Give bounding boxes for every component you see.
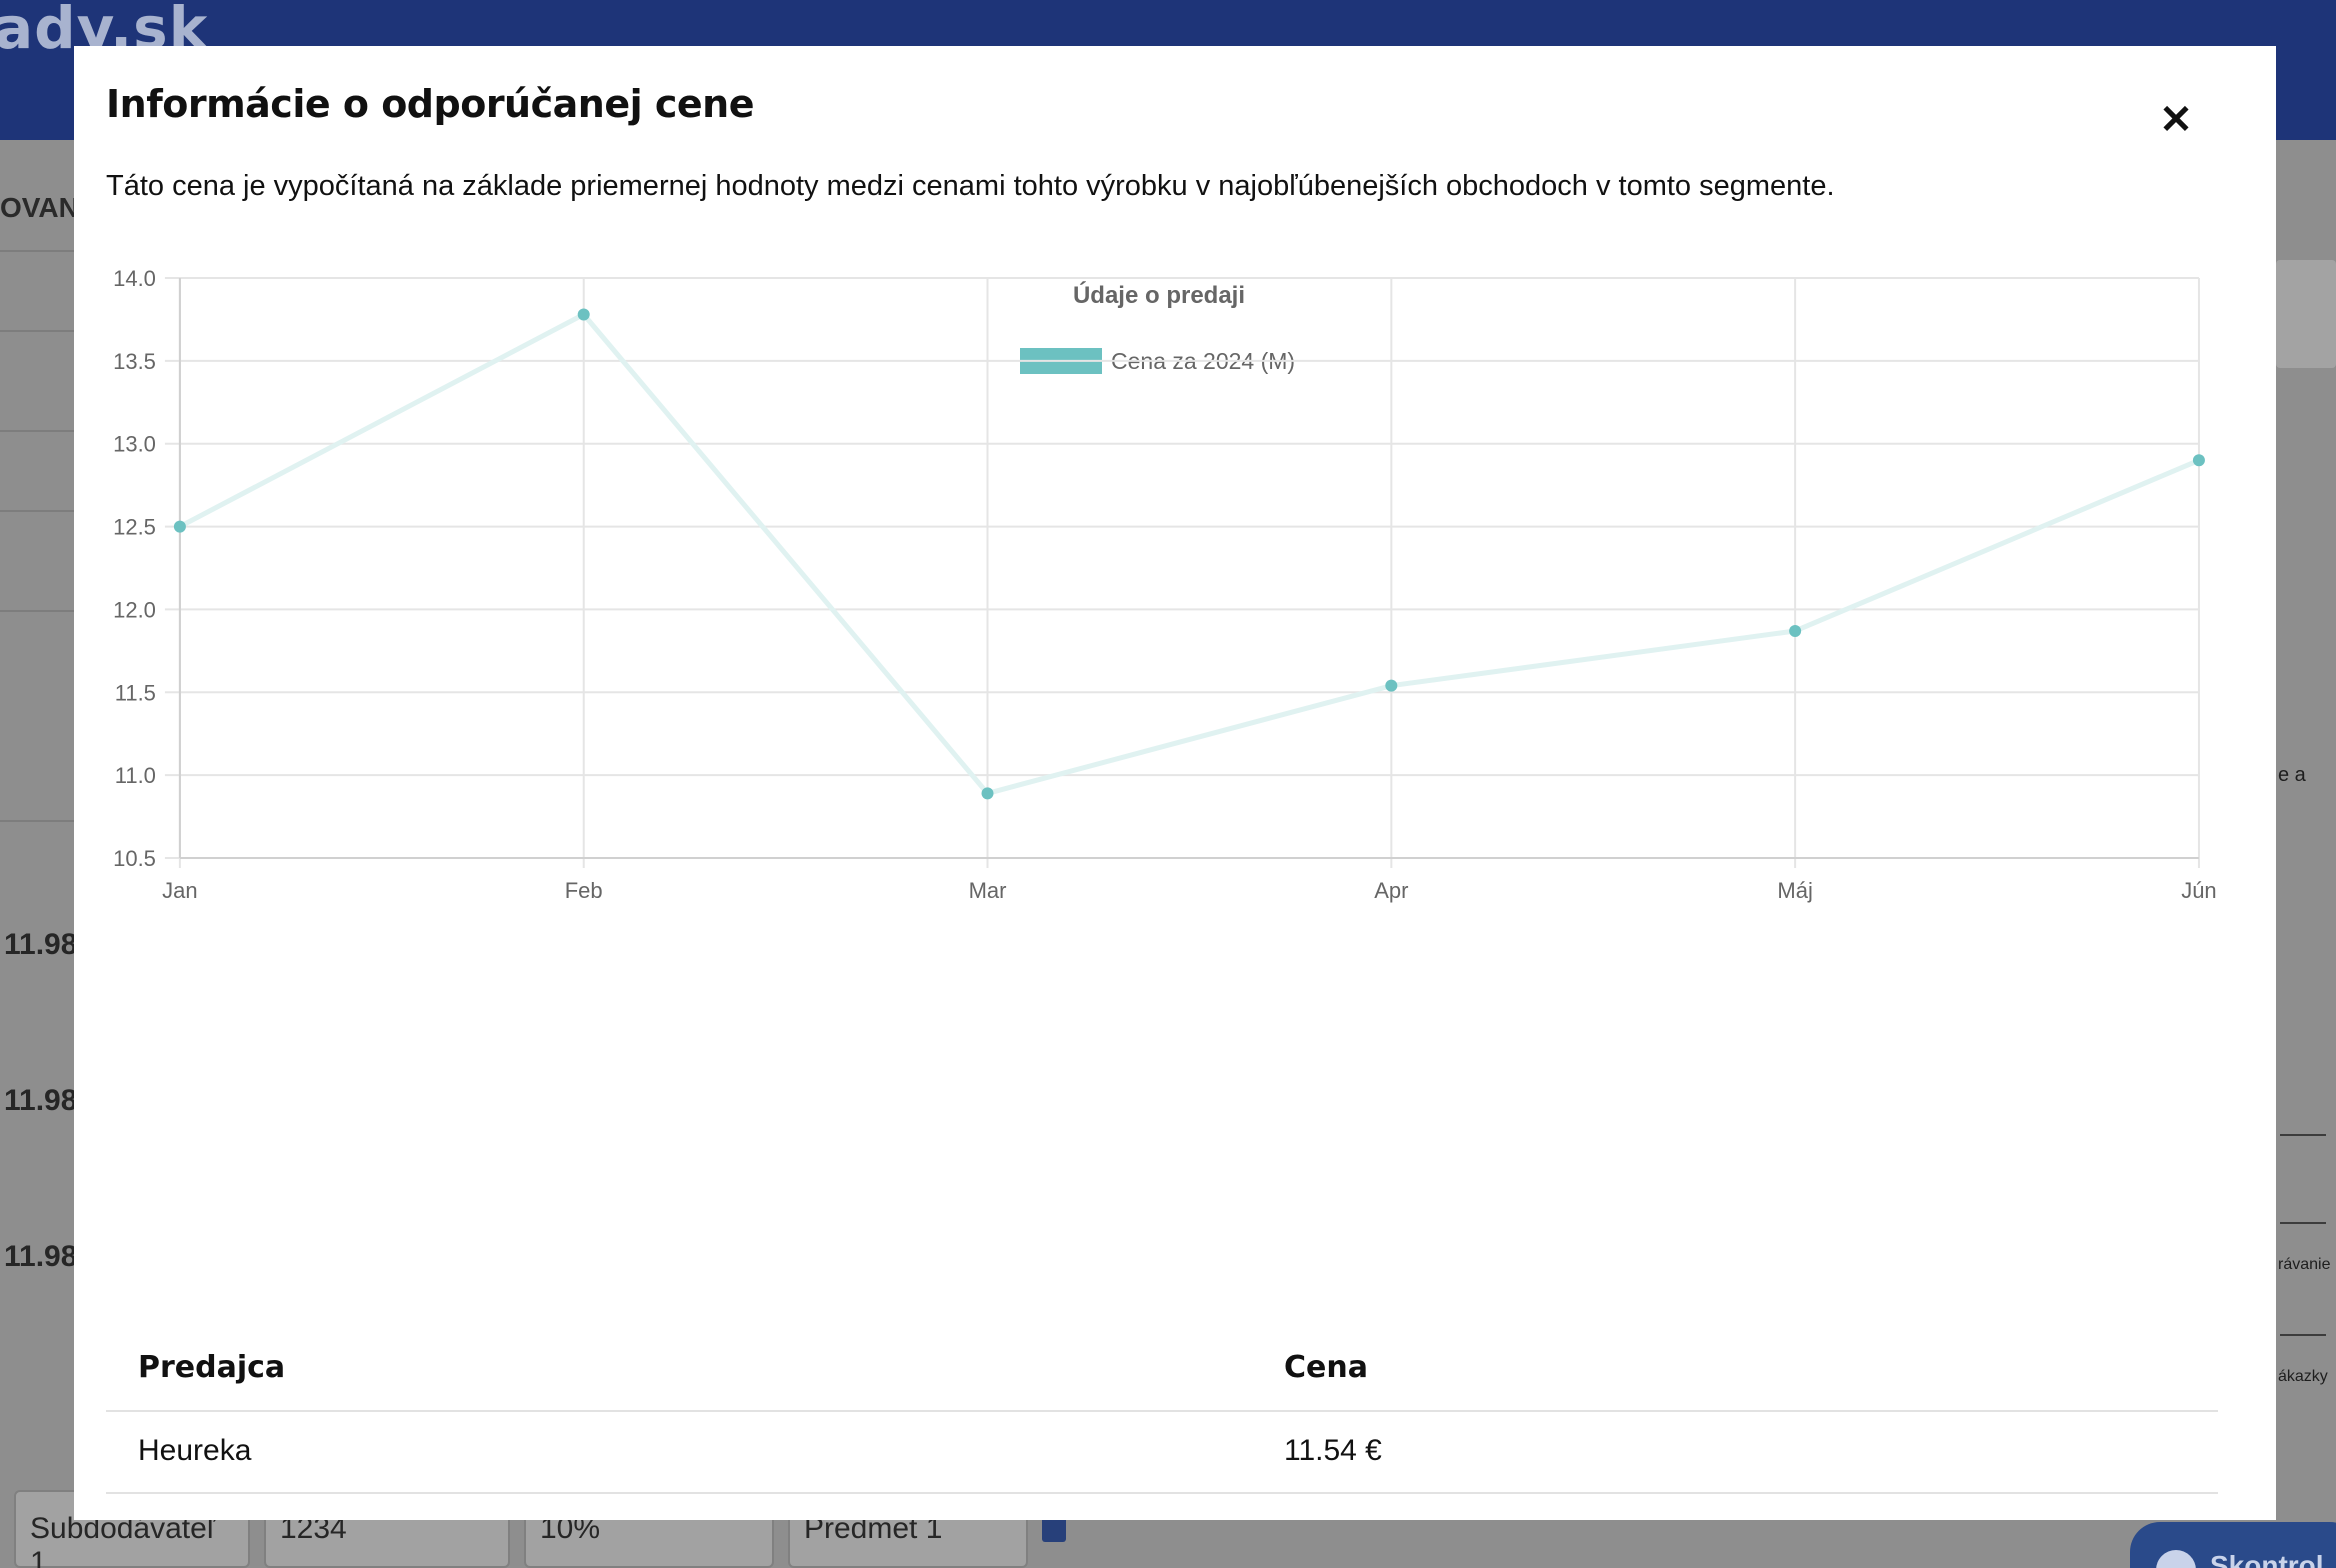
y-tick-label: 10.5 [113,846,156,871]
background-divider [0,330,80,332]
background-side-text: rávanie [2278,1256,2331,1273]
background-divider [2280,1222,2326,1224]
data-point [981,787,994,800]
series-line [178,311,2200,797]
modal-description: Táto cena je vypočítaná na základe priem… [106,170,1835,202]
data-point [173,520,186,533]
chart-series [173,308,2205,800]
y-tick-label: 11.0 [115,763,156,788]
y-tick-label: 11.5 [115,680,156,705]
x-tick-label: Jan [162,878,197,903]
background-price: 11.98 [4,1240,78,1273]
background-side-panel [2276,260,2336,368]
background-divider [0,250,80,252]
table-header-row: Predajca Cena [106,1330,2218,1412]
background-price: 11.98 [4,1084,78,1117]
x-tick-label: Mar [969,878,1007,903]
table-row: Heureka 11.54 € [106,1412,2218,1494]
close-icon[interactable]: ✕ [2156,100,2196,140]
x-axis: Jan Feb Mar Apr Máj Jún [162,878,2217,903]
background-side-text: e a [2278,764,2306,786]
data-point [577,308,590,321]
x-tick-label: Apr [1374,878,1408,903]
y-tick-label: 14.0 [113,266,156,291]
background-divider [0,430,80,432]
data-point [1789,624,1802,637]
column-header-seller: Predajca [138,1350,286,1385]
background-divider [0,820,80,822]
chart-title: Údaje o predaji [1073,281,1245,309]
y-tick-label: 13.0 [113,432,156,457]
chat-widget-label: Skontrol [2210,1550,2324,1568]
modal-title: Informácie o odporúčanej cene [106,82,754,126]
background-divider [2280,1134,2326,1136]
background-divider [0,510,80,512]
sales-chart: Údaje o predaji Cena za 2024 (M) 14.013.… [113,266,2217,903]
data-point [2192,454,2205,467]
background-divider [0,610,80,612]
chat-widget-button[interactable]: Skontrol [2130,1522,2336,1568]
background-divider [2280,1334,2326,1336]
column-header-price: Cena [1284,1350,1368,1385]
x-tick-label: Feb [565,878,603,903]
price-info-modal: Informácie o odporúčanej cene ✕ Táto cen… [74,46,2276,1520]
table-cell-price: 11.54 € [1284,1434,1382,1467]
chat-icon [2156,1550,2196,1568]
y-tick-label: 12.5 [113,515,156,540]
background-price: 11.98 [4,928,78,961]
x-tick-label: Máj [1777,878,1812,903]
table-cell-seller: Heureka [138,1434,252,1467]
y-tick-label: 12.0 [113,597,156,622]
x-tick-label: Jún [2181,878,2216,903]
price-table: Predajca Cena Heureka 11.54 € [106,1330,2218,1494]
y-tick-label: 13.5 [113,349,156,374]
data-point [1385,679,1398,692]
background-side-text: ákazky [2278,1368,2328,1385]
y-axis: 14.0 13.5 13.0 12.5 12.0 11.5 11.0 10.5 [113,266,156,871]
